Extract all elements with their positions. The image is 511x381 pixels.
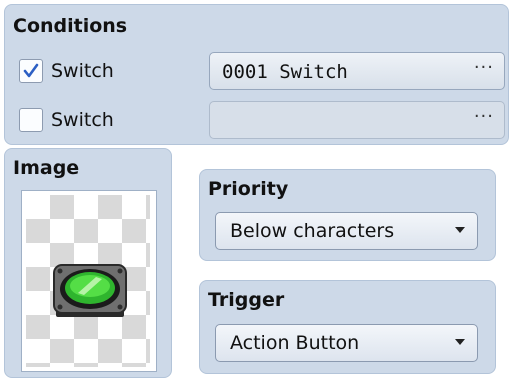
trigger-title: Trigger [208,289,285,311]
priority-dropdown[interactable]: Below characters [215,212,478,250]
switch1-field[interactable]: 0001 Switch ··· [209,52,505,90]
switch1-checkbox[interactable] [19,59,43,83]
image-preview[interactable] [21,190,157,372]
switch2-checkbox[interactable] [19,108,43,132]
switch2-checkbox-row[interactable]: Switch [19,108,114,132]
green-switch-button-icon [53,264,127,317]
trigger-panel: Trigger Action Button [199,280,496,374]
priority-selected: Below characters [230,220,395,242]
conditions-panel: Conditions Switch 0001 Switch ··· Switch… [4,4,509,145]
switch1-label: Switch [51,60,114,82]
switch1-checkbox-row[interactable]: Switch [19,59,114,83]
switch1-value: 0001 Switch [222,61,348,83]
chevron-down-icon [455,227,465,233]
image-title: Image [13,157,80,179]
priority-panel: Priority Below characters [199,169,496,261]
priority-title: Priority [208,178,289,200]
image-panel: Image [4,148,172,378]
chevron-down-icon [455,339,465,345]
trigger-selected: Action Button [230,332,360,354]
switch2-label: Switch [51,109,114,131]
switch2-browse-button[interactable]: ··· [474,106,494,127]
conditions-title: Conditions [13,15,128,37]
switch2-field[interactable]: ··· [209,101,505,139]
checkmark-icon [23,63,39,78]
switch1-browse-button[interactable]: ··· [474,57,494,78]
trigger-dropdown[interactable]: Action Button [215,324,478,362]
